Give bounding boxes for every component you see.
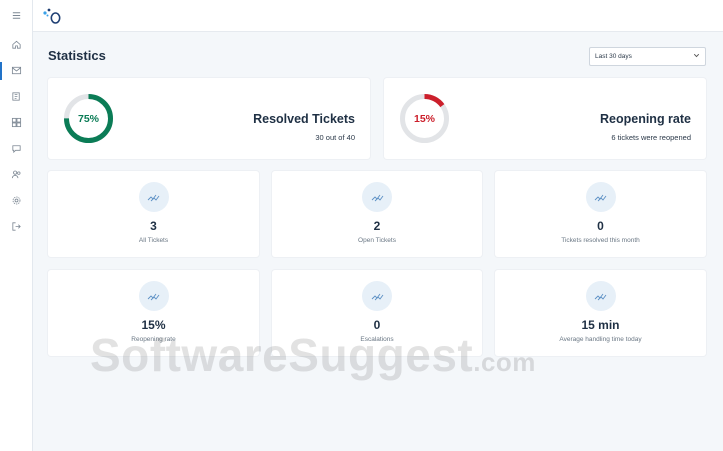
stat-card-open-tickets: 2 Open Tickets [272, 171, 482, 257]
stat-value: 0 [597, 219, 604, 233]
trend-icon [362, 281, 392, 311]
reopening-percent: 15% [413, 112, 435, 125]
watermark-suffix: .com [473, 347, 536, 377]
stat-label: Open Tickets [358, 237, 396, 244]
page-title: Statistics [48, 48, 106, 63]
trend-icon [585, 182, 616, 212]
stat-label: All Tickets [138, 237, 169, 244]
resolved-percent: 75% [77, 112, 99, 125]
reopening-rate-card: 15% Reopening rate 6 tickets were reopen… [384, 78, 706, 159]
trend-icon [362, 182, 392, 212]
chat-icon[interactable] [9, 141, 24, 156]
trend-icon [138, 281, 169, 311]
users-icon[interactable] [9, 167, 24, 182]
top-bar [33, 0, 723, 32]
period-select-value: Last 30 days [595, 53, 632, 60]
resolved-title: Resolved Tickets [253, 112, 355, 126]
document-icon[interactable] [9, 89, 24, 104]
period-select[interactable]: Last 30 days [589, 47, 706, 66]
watermark-text: SoftwareSuggest [90, 329, 474, 381]
stat-card-all-tickets: 3 All Tickets [48, 171, 259, 257]
settings-icon[interactable] [9, 193, 24, 208]
sidebar [0, 0, 33, 451]
trend-icon [585, 281, 616, 311]
home-icon[interactable] [9, 37, 24, 52]
reopening-title: Reopening rate [600, 112, 691, 126]
trend-icon [138, 182, 169, 212]
stat-value: 2 [373, 219, 381, 233]
logout-icon[interactable] [9, 219, 24, 234]
stat-card-resolved-this-month: 0 Tickets resolved this month [495, 171, 706, 257]
resolved-tickets-card: 75% Resolved Tickets 30 out of 40 [48, 78, 370, 159]
resolved-subtitle: 30 out of 40 [315, 133, 355, 142]
chevron-down-icon [693, 53, 700, 58]
app-logo-icon[interactable] [42, 6, 64, 26]
reopening-subtitle: 6 tickets were reopened [611, 133, 691, 142]
dashboard-grid-icon[interactable] [9, 115, 24, 130]
watermark: SoftwareSuggest.com [90, 328, 536, 382]
stat-label: Tickets resolved this month [561, 237, 640, 244]
sidebar-active-indicator [0, 62, 2, 80]
inbox-icon[interactable] [9, 63, 24, 78]
menu-icon[interactable] [9, 8, 24, 23]
stat-value: 3 [150, 219, 157, 233]
